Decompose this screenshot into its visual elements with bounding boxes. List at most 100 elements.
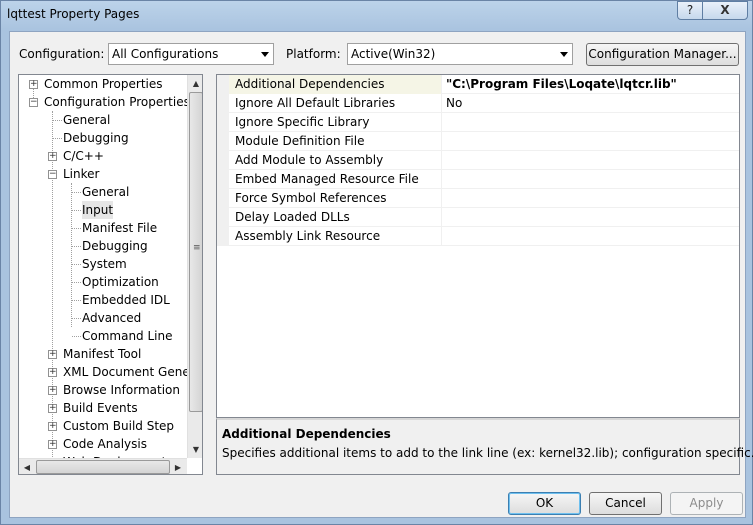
tree-item-build-events[interactable]: Build Events: [63, 399, 138, 417]
scroll-right-icon[interactable]: ▶: [170, 459, 186, 474]
scroll-up-icon[interactable]: ▲: [188, 75, 202, 92]
property-value[interactable]: [442, 151, 739, 170]
scroll-thumb[interactable]: ≡: [189, 92, 202, 412]
configuration-dropdown[interactable]: All Configurations: [108, 43, 274, 65]
tree-item-custom-build-step[interactable]: Custom Build Step: [63, 417, 174, 435]
tree-item-command-line[interactable]: Command Line: [82, 327, 173, 345]
tree-item-optimization[interactable]: Optimization: [82, 273, 159, 291]
tree-connector: [53, 138, 62, 139]
tree-item-c-cpp[interactable]: C/C++: [63, 147, 104, 165]
platform-dropdown[interactable]: Active(Win32): [347, 43, 573, 65]
tree-item-linker-general[interactable]: General: [82, 183, 129, 201]
row-gutter: [217, 75, 229, 94]
property-row[interactable]: Ignore All Default Libraries No: [217, 94, 739, 113]
property-row[interactable]: Module Definition File: [217, 132, 739, 151]
close-icon: X: [720, 3, 730, 17]
ok-button[interactable]: OK: [508, 492, 581, 515]
cancel-button[interactable]: Cancel: [589, 492, 662, 515]
expand-icon[interactable]: +: [48, 386, 57, 395]
scroll-thumb[interactable]: [36, 460, 170, 474]
tree-connector: [72, 192, 81, 193]
tree-item-linker[interactable]: Linker: [63, 165, 99, 183]
property-value[interactable]: "C:\Program Files\Loqate\lqtcr.lib": [442, 75, 739, 94]
property-row[interactable]: Additional Dependencies "C:\Program File…: [217, 75, 739, 94]
tree-connector: [72, 336, 81, 337]
chevron-down-icon: [560, 52, 568, 57]
chevron-down-icon: [261, 52, 269, 57]
tree-item-linker-input[interactable]: Input: [82, 201, 114, 219]
property-name: Force Symbol References: [229, 189, 442, 208]
property-value[interactable]: [442, 132, 739, 151]
expand-icon[interactable]: +: [48, 152, 57, 161]
expand-icon[interactable]: +: [48, 422, 57, 431]
tree-connector: [72, 300, 81, 301]
property-name: Embed Managed Resource File: [229, 170, 442, 189]
property-value[interactable]: [442, 113, 739, 132]
property-row[interactable]: Embed Managed Resource File: [217, 170, 739, 189]
apply-button[interactable]: Apply: [670, 492, 743, 515]
property-row[interactable]: Ignore Specific Library: [217, 113, 739, 132]
property-pages-window: lqttest Property Pages ? X Configuration…: [0, 0, 753, 525]
expand-icon[interactable]: +: [48, 368, 57, 377]
help-icon: ?: [686, 3, 694, 17]
tree-item-configuration-properties[interactable]: Configuration Properties: [44, 93, 190, 111]
property-grid: Additional Dependencies "C:\Program File…: [216, 74, 740, 418]
tree-item-browse-information[interactable]: Browse Information: [63, 381, 180, 399]
tree-item-debugging[interactable]: Debugging: [63, 129, 129, 147]
scroll-down-icon[interactable]: ▼: [188, 441, 202, 458]
scroll-left-icon[interactable]: ◀: [19, 459, 35, 474]
property-value[interactable]: No: [442, 94, 739, 113]
tree-connector: [72, 318, 81, 319]
tree-item-code-analysis[interactable]: Code Analysis: [63, 435, 147, 453]
tree-item-general[interactable]: General: [63, 111, 110, 129]
expand-icon[interactable]: +: [48, 350, 57, 359]
tree-horizontal-scrollbar[interactable]: ◀ ▶: [19, 458, 187, 474]
help-button[interactable]: ?: [677, 1, 703, 20]
property-value[interactable]: [442, 170, 739, 189]
tree-connector: [72, 246, 81, 247]
row-gutter: [217, 151, 229, 170]
description-title: Additional Dependencies: [222, 427, 391, 441]
tree-vertical-scrollbar[interactable]: ▲ ≡ ▼: [187, 75, 202, 458]
tree-item-advanced[interactable]: Advanced: [82, 309, 141, 327]
property-name: Add Module to Assembly: [229, 151, 442, 170]
row-gutter: [217, 208, 229, 227]
close-button[interactable]: X: [702, 1, 748, 20]
tree-connector: [72, 228, 81, 229]
property-row[interactable]: Force Symbol References: [217, 189, 739, 208]
row-gutter: [217, 170, 229, 189]
collapse-icon[interactable]: −: [48, 170, 57, 179]
property-row[interactable]: Add Module to Assembly: [217, 151, 739, 170]
property-value[interactable]: [442, 189, 739, 208]
tree-item-manifest-file[interactable]: Manifest File: [82, 219, 157, 237]
description-text: Specifies additional items to add to the…: [222, 446, 753, 460]
property-value[interactable]: [442, 208, 739, 227]
dialog-client-area: Configuration: All Configurations Platfo…: [9, 31, 753, 518]
row-gutter: [217, 94, 229, 113]
tree-item-linker-debugging[interactable]: Debugging: [82, 237, 148, 255]
tree-connector: [72, 210, 81, 211]
window-title: lqttest Property Pages: [7, 7, 140, 21]
platform-value: Active(Win32): [351, 47, 436, 61]
configuration-value: All Configurations: [112, 47, 219, 61]
tree-item-embedded-idl[interactable]: Embedded IDL: [82, 291, 170, 309]
tree-connector: [53, 120, 62, 121]
row-gutter: [217, 113, 229, 132]
configuration-manager-button[interactable]: Configuration Manager...: [586, 43, 739, 66]
title-bar[interactable]: lqttest Property Pages ? X: [1, 1, 752, 31]
tree-item-manifest-tool[interactable]: Manifest Tool: [63, 345, 141, 363]
tree-item-xml-document-generator[interactable]: XML Document Genera: [63, 363, 202, 381]
configuration-label: Configuration:: [19, 47, 105, 61]
property-value[interactable]: [442, 227, 739, 246]
collapse-icon[interactable]: −: [29, 98, 38, 107]
expand-icon[interactable]: +: [48, 440, 57, 449]
expand-icon[interactable]: +: [48, 404, 57, 413]
expand-icon[interactable]: +: [29, 80, 38, 89]
tree-connector: [72, 264, 81, 265]
property-row[interactable]: Delay Loaded DLLs: [217, 208, 739, 227]
tree-item-system[interactable]: System: [82, 255, 127, 273]
property-row[interactable]: Assembly Link Resource: [217, 227, 739, 246]
tree-item-common-properties[interactable]: Common Properties: [44, 75, 163, 93]
property-name: Delay Loaded DLLs: [229, 208, 442, 227]
property-name: Assembly Link Resource: [229, 227, 442, 246]
